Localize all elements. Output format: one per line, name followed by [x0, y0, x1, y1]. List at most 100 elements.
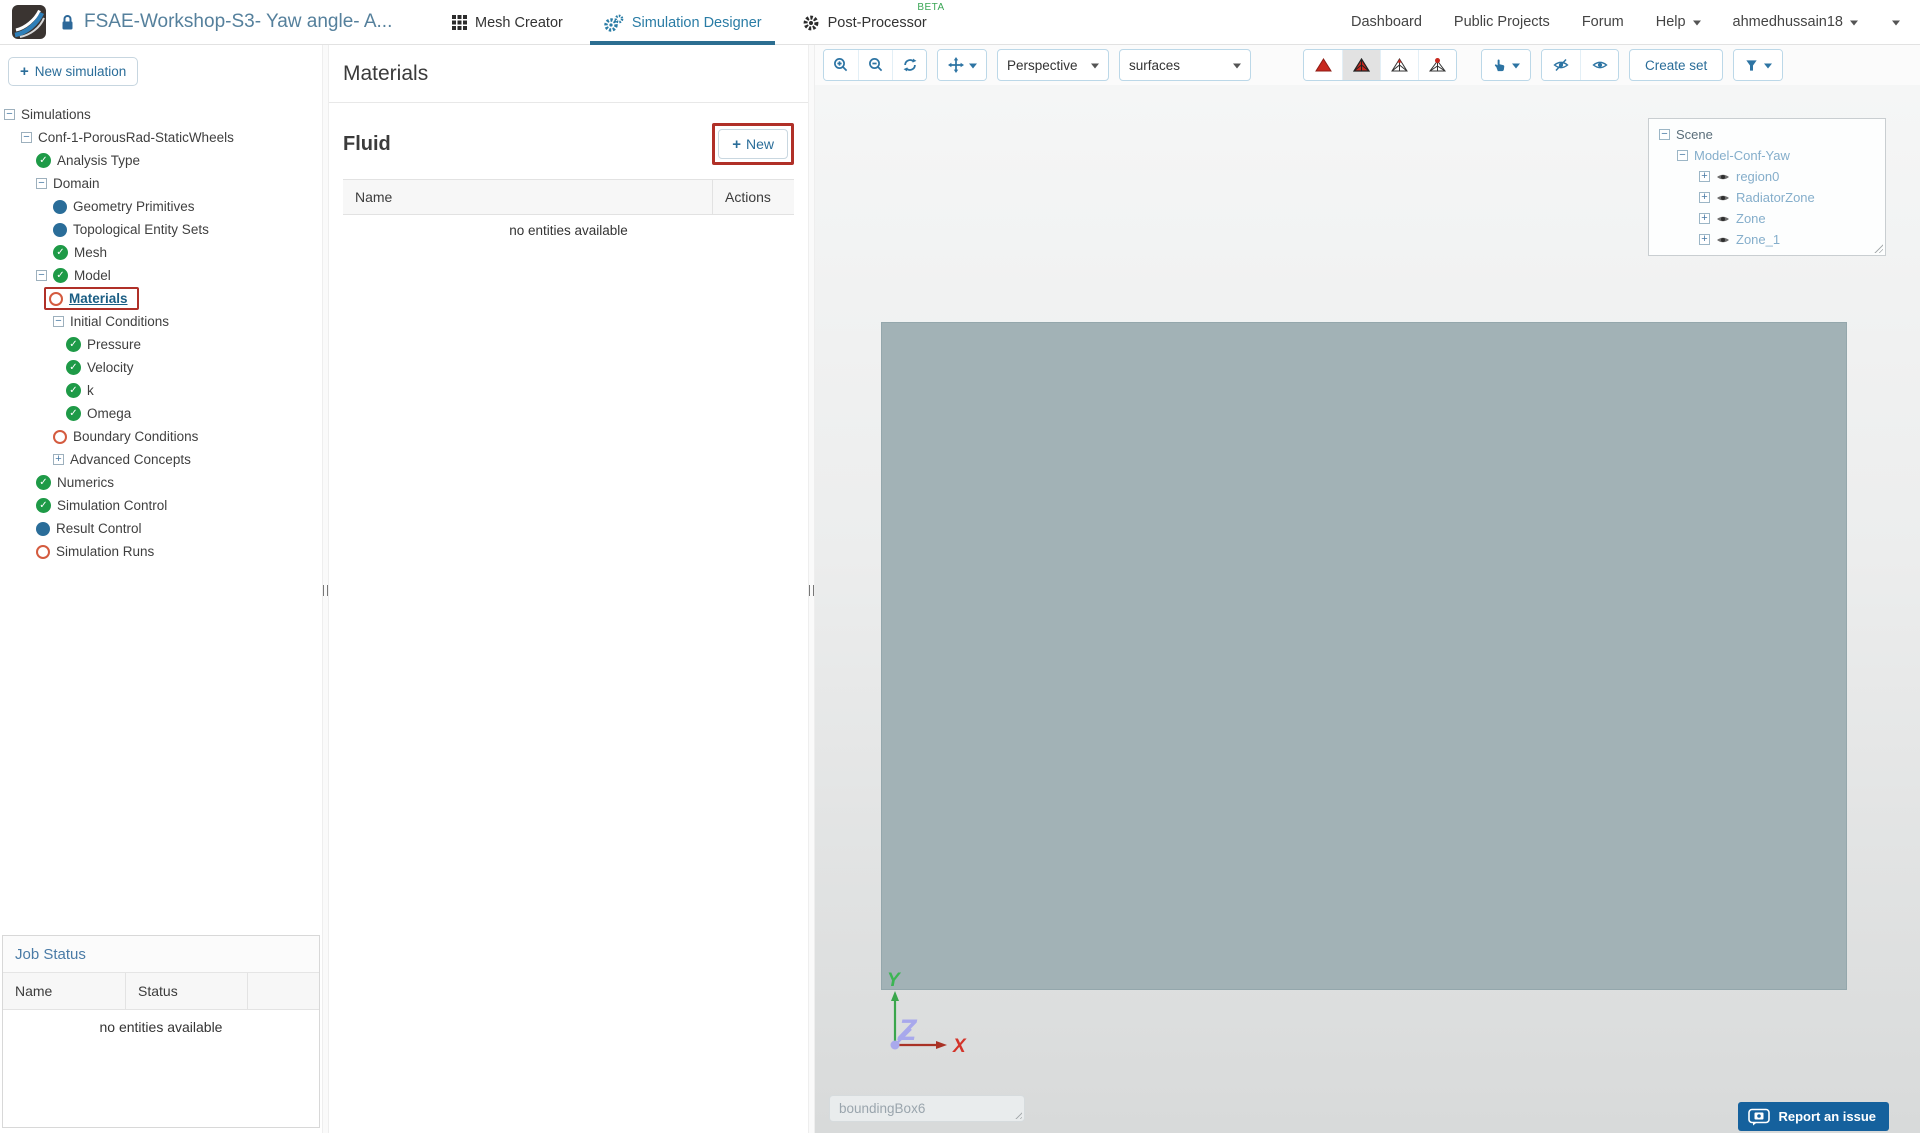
tree-item-domain[interactable]: Domain [0, 172, 322, 195]
nav-forum[interactable]: Forum [1582, 14, 1624, 30]
projection-select[interactable]: Perspective [997, 49, 1109, 81]
splitter-right[interactable] [808, 45, 815, 1133]
tree-item-configuration[interactable]: Conf-1-PorousRad-StaticWheels [0, 126, 322, 149]
render-mode-select[interactable]: surfaces [1119, 49, 1251, 81]
nav-public-projects[interactable]: Public Projects [1454, 14, 1550, 30]
axis-y-label: Y [887, 970, 902, 991]
expand-icon[interactable] [1699, 192, 1710, 203]
tree-item-mesh[interactable]: Mesh [0, 241, 322, 264]
nav-help[interactable]: Help [1656, 14, 1701, 30]
viewport-canvas[interactable]: Scene Model-Conf-Yaw region0 Radi [815, 85, 1920, 1133]
project-header: FSAE-Workshop-S3- Yaw angle- A... [60, 11, 392, 33]
axis-x-label: X [952, 1036, 967, 1057]
wireframe-tetra-icon [1391, 58, 1408, 72]
collapse-icon[interactable] [21, 132, 32, 143]
tab-mesh-creator[interactable]: Mesh Creator [452, 0, 563, 45]
tree-item-k[interactable]: k [0, 379, 322, 402]
splitter-grip-icon [809, 585, 814, 596]
new-material-button[interactable]: New [718, 129, 788, 159]
zoom-button-group [823, 49, 927, 81]
tree-item-materials[interactable]: Materials [0, 287, 322, 310]
zoom-in-icon [834, 58, 848, 72]
tree-item-analysis-type[interactable]: Analysis Type [0, 149, 322, 172]
expand-icon[interactable] [1699, 213, 1710, 224]
materials-empty-text: no entities available [509, 223, 628, 238]
plus-icon [20, 64, 29, 79]
tab-post-processor[interactable]: BETA Post-Processor [802, 0, 944, 45]
new-material-label: New [745, 136, 774, 152]
scene-tree-item-region0[interactable]: region0 [1649, 166, 1885, 187]
filter-funnel-icon [1746, 59, 1757, 71]
pan-move-button[interactable] [938, 50, 986, 80]
tree-item-boundary-conditions[interactable]: Boundary Conditions [0, 425, 322, 448]
selection-tool-button[interactable] [1482, 50, 1530, 80]
new-simulation-button[interactable]: New simulation [8, 57, 139, 86]
collapse-icon[interactable] [1677, 150, 1688, 161]
zoom-out-icon [868, 58, 882, 72]
scene-tree-item-model[interactable]: Model-Conf-Yaw [1649, 145, 1885, 166]
column-actions: Actions [712, 180, 794, 214]
tree-item-initial-conditions[interactable]: Initial Conditions [0, 310, 322, 333]
tree-item-geometry-primitives[interactable]: Geometry Primitives [0, 195, 322, 218]
collapse-icon[interactable] [36, 178, 47, 189]
tree-item-pressure[interactable]: Pressure [0, 333, 322, 356]
scene-tree-item-zone-1[interactable]: Zone_1 [1649, 229, 1885, 250]
collapse-icon[interactable] [1659, 129, 1670, 140]
display-solid-edges-button[interactable] [1342, 50, 1380, 80]
bounding-box-name-field-wrap [829, 1095, 1025, 1122]
zoom-out-button[interactable] [858, 50, 892, 80]
check-status-icon [36, 475, 51, 490]
refresh-view-button[interactable] [892, 50, 926, 80]
tab-simulation-designer[interactable]: Simulation Designer [589, 0, 775, 45]
tree-item-numerics[interactable]: Numerics [0, 471, 322, 494]
scene-tree-item-radiatorzone[interactable]: RadiatorZone [1649, 187, 1885, 208]
collapse-icon[interactable] [53, 316, 64, 327]
scene-tree-item-scene[interactable]: Scene [1649, 124, 1885, 145]
expand-icon[interactable] [1699, 171, 1710, 182]
eye-icon[interactable] [1716, 235, 1730, 245]
tree-item-topological-entity-sets[interactable]: Topological Entity Sets [0, 218, 322, 241]
check-status-icon [66, 360, 81, 375]
splitter-left[interactable] [322, 45, 329, 1133]
column-name: Name [355, 189, 393, 205]
collapse-icon[interactable] [36, 270, 47, 281]
display-points-button[interactable] [1418, 50, 1456, 80]
eye-icon[interactable] [1716, 214, 1730, 224]
chevron-down-icon[interactable] [1892, 20, 1900, 29]
expand-icon[interactable] [1699, 234, 1710, 245]
username: ahmedhussain18 [1732, 14, 1843, 30]
display-wireframe-button[interactable] [1380, 50, 1418, 80]
collapse-icon[interactable] [4, 109, 15, 120]
filter-button[interactable] [1734, 50, 1783, 80]
tree-item-result-control[interactable]: Result Control [0, 517, 322, 540]
create-set-button[interactable]: Create set [1629, 49, 1724, 81]
tree-item-simulations[interactable]: Simulations [0, 103, 322, 126]
report-issue-button[interactable]: Report an issue [1738, 1102, 1889, 1131]
simulation-tree-panel: New simulation Simulations Conf-1-Porous… [0, 45, 322, 1133]
tree-item-omega[interactable]: Omega [0, 402, 322, 425]
scene-tree-item-zone[interactable]: Zone [1649, 208, 1885, 229]
incomplete-status-icon [36, 544, 50, 559]
eye-icon[interactable] [1716, 172, 1730, 182]
show-all-button[interactable] [1580, 50, 1618, 80]
materials-panel: Materials Fluid New Name Actions no enti… [329, 45, 808, 1133]
nav-user-menu[interactable]: ahmedhussain18 [1733, 14, 1858, 30]
hide-selection-button[interactable] [1542, 50, 1580, 80]
tab-label: Post-Processor [827, 14, 927, 31]
eye-icon [1591, 61, 1608, 69]
tree-item-simulation-runs[interactable]: Simulation Runs [0, 540, 322, 563]
expand-icon[interactable] [53, 454, 64, 465]
tree-item-model[interactable]: Model [0, 264, 322, 287]
zoom-in-button[interactable] [824, 50, 858, 80]
tree-item-advanced-concepts[interactable]: Advanced Concepts [0, 448, 322, 471]
display-solid-button[interactable] [1304, 50, 1342, 80]
nav-dashboard[interactable]: Dashboard [1351, 14, 1422, 30]
check-status-icon [53, 245, 68, 260]
display-mode-button-group [1303, 49, 1457, 81]
tree-item-velocity[interactable]: Velocity [0, 356, 322, 379]
app-logo-icon[interactable] [12, 5, 46, 39]
tree-item-simulation-control[interactable]: Simulation Control [0, 494, 322, 517]
bounding-box-name-input[interactable] [829, 1095, 1025, 1122]
chevron-down-icon [968, 63, 977, 72]
eye-icon[interactable] [1716, 193, 1730, 203]
